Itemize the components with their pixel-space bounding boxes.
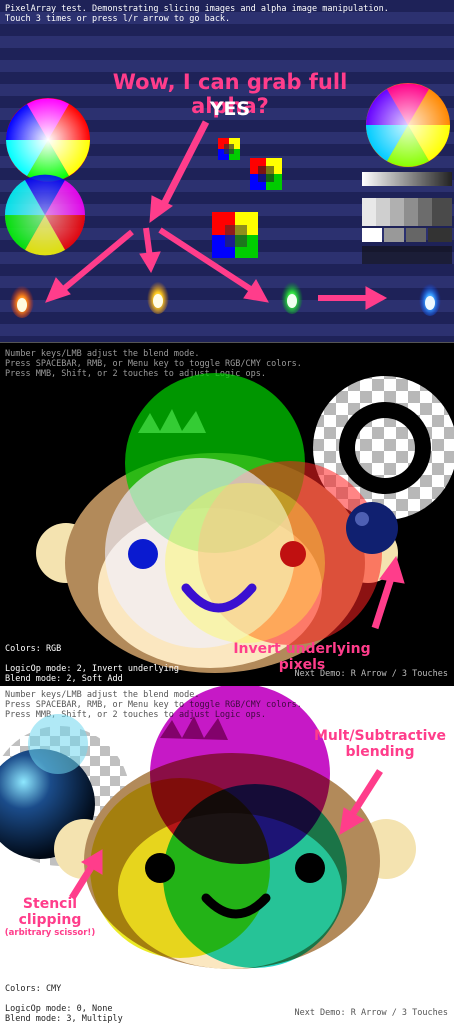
blend-demo-rgb-panel[interactable]: Number keys/LMB adjust the blend mode. P…	[0, 342, 454, 686]
rgb-tile-small	[218, 138, 240, 160]
arrow-yes-down	[149, 120, 210, 224]
fire-sprite-orange	[10, 282, 34, 318]
color-wheel-left-bottom	[4, 174, 86, 256]
color-wheel-right	[366, 83, 450, 167]
arrow-split-middle	[139, 227, 161, 274]
arrow-horizontal	[318, 286, 388, 310]
callout-stencil-clipping: Stencil clipping (arbitrary scissor!)	[2, 896, 98, 939]
callout-stencil-line-1: Stencil	[22, 896, 78, 912]
callout-mult-line-2: blending	[345, 744, 415, 760]
pixelarray-scene	[4, 83, 452, 318]
monkey-eye-left	[145, 853, 175, 883]
next-demo-hint-rgb: Next Demo: R Arrow / 3 Touches	[294, 669, 448, 679]
pixelarray-demo-panel[interactable]: PixelArray test. Demonstrating slicing i…	[0, 0, 454, 342]
blend-demo-cmy-panel[interactable]: Number keys/LMB adjust the blend mode. P…	[0, 686, 454, 1024]
rgb-tile-medium	[250, 158, 282, 190]
callout-yes-text: YES	[209, 98, 251, 120]
callout-stencil-line-3: (arbitrary scissor!)	[4, 928, 96, 938]
callout-mult-blending: Mult/Subtractive blending	[310, 728, 450, 760]
monkey-eye-left	[128, 539, 158, 569]
monkey-eye-right	[295, 853, 325, 883]
orb-highlight	[355, 512, 369, 526]
grayscale-slices	[362, 172, 452, 264]
blend-status-cmy: Colors: CMY LogicOp mode: 0, None Blend …	[5, 984, 123, 1024]
blend-mode-status: Blend mode: 2, Soft Add	[5, 674, 123, 684]
callout-yes: YES	[180, 98, 280, 120]
next-demo-hint-cmy: Next Demo: R Arrow / 3 Touches	[294, 1008, 448, 1018]
fire-sprite-green	[281, 278, 303, 314]
inverted-orb	[346, 502, 398, 554]
colors-status: Colors: RGB	[5, 644, 62, 654]
callout-mult-line-1: Mult/Subtractive	[313, 728, 447, 744]
rgb-tile-large	[212, 212, 258, 258]
monkey-eye-right	[280, 541, 306, 567]
blend-mode-status: Blend mode: 3, Multiply	[5, 1014, 123, 1024]
monkey-scene-rgb	[36, 373, 454, 673]
fire-sprite-yellow	[147, 278, 169, 314]
fire-sprite-blue	[419, 280, 441, 316]
logicop-status: LogicOp mode: 0, None	[5, 1004, 113, 1014]
blend-status-rgb: Colors: RGB LogicOp mode: 2, Invert unde…	[5, 644, 179, 684]
color-wheel-left-top	[6, 98, 90, 182]
colors-status: Colors: CMY	[5, 984, 62, 994]
logicop-status: LogicOp mode: 2, Invert underlying	[5, 664, 179, 674]
callout-stencil-line-2: clipping	[18, 912, 82, 928]
